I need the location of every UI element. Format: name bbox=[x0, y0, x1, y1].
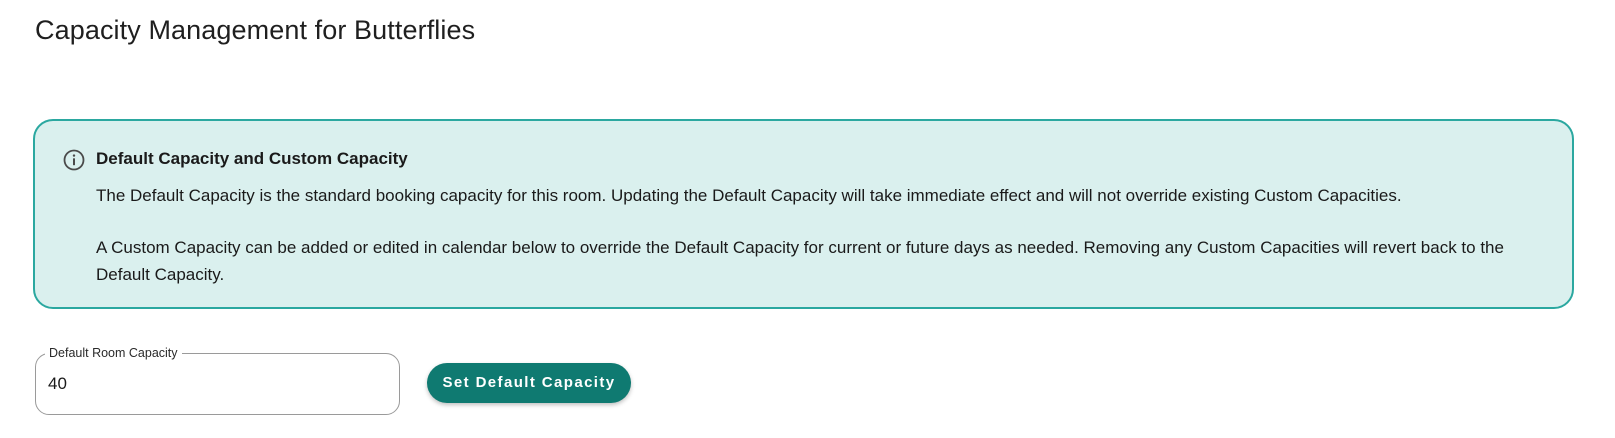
set-default-capacity-button[interactable]: Set Default Capacity bbox=[427, 363, 631, 403]
default-room-capacity-input[interactable] bbox=[48, 368, 378, 400]
info-callout: Default Capacity and Custom Capacity The… bbox=[33, 119, 1574, 309]
default-room-capacity-field: Default Room Capacity bbox=[35, 345, 400, 415]
page-title: Capacity Management for Butterflies bbox=[35, 15, 476, 45]
info-paragraph-custom-capacity: A Custom Capacity can be added or edited… bbox=[96, 238, 1504, 284]
info-heading: Default Capacity and Custom Capacity bbox=[96, 149, 408, 168]
info-paragraph-default-capacity: The Default Capacity is the standard boo… bbox=[96, 186, 1402, 205]
info-icon bbox=[62, 148, 86, 172]
capacity-management-page: Capacity Management for Butterflies Defa… bbox=[0, 0, 1615, 438]
default-room-capacity-label: Default Room Capacity bbox=[45, 345, 182, 361]
